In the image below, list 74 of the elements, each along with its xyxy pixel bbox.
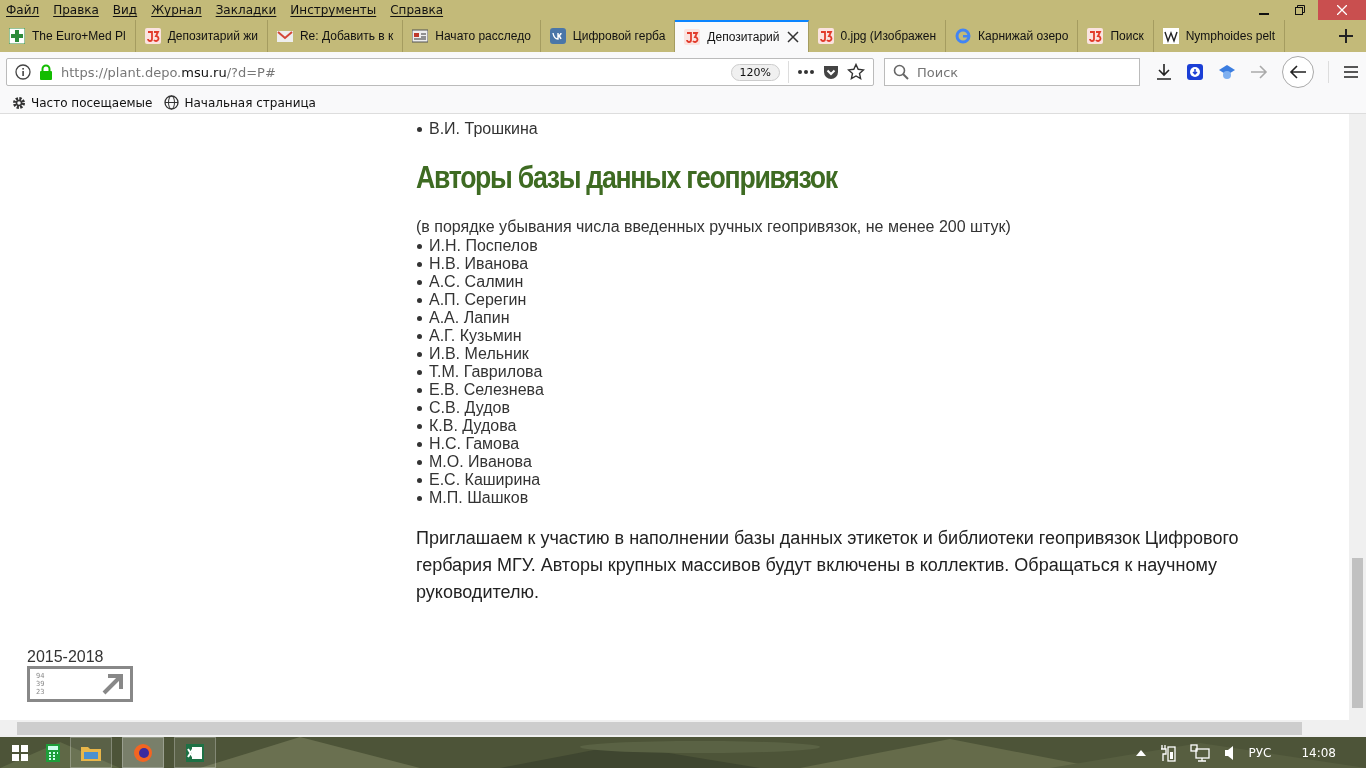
more-icon[interactable] <box>797 69 815 75</box>
arrow-icon <box>102 673 124 695</box>
author-item: С.В. Дудов <box>416 399 1349 417</box>
bookmark-link[interactable]: Часто посещаемые <box>12 95 153 110</box>
bookmark-star-icon[interactable] <box>847 63 865 81</box>
language-indicator[interactable]: РУС <box>1248 745 1272 760</box>
menu-item[interactable]: Файл <box>6 3 40 17</box>
list-note: (в порядке убывания числа введенных ручных геопривязок, не менее 200 штук) <box>416 217 1012 237</box>
excel-icon[interactable] <box>174 737 216 768</box>
author-item: Н.В. Иванова <box>416 255 1349 273</box>
author-item: А.А. Лапин <box>416 309 1349 327</box>
horizontal-scrollbar[interactable] <box>0 720 1366 737</box>
favicon-icon <box>144 28 161 44</box>
favicon-icon <box>276 28 293 44</box>
author-item: Т.М. Гаврилова <box>416 363 1349 381</box>
vertical-scrollbar[interactable] <box>1349 114 1366 720</box>
author-item: А.Г. Кузьмин <box>416 327 1349 345</box>
author-item: В.И. Трошкина <box>416 120 1349 138</box>
menu-item[interactable]: Инструменты <box>290 3 377 17</box>
favicon-icon <box>684 29 701 45</box>
info-icon[interactable] <box>15 64 31 80</box>
copyright-years: 2015-2018 <box>27 648 105 666</box>
menu-item[interactable]: Закладки <box>215 3 277 17</box>
author-item: А.С. Салмин <box>416 273 1349 291</box>
lock-icon <box>39 64 53 80</box>
firefox-icon[interactable] <box>122 737 164 768</box>
pocket-icon[interactable] <box>823 64 839 80</box>
author-item: Е.В. Селезнева <box>416 381 1349 399</box>
author-item: М.О. Иванова <box>416 453 1349 471</box>
menu-item[interactable]: Справка <box>390 3 444 17</box>
author-item: И.В. Мельник <box>416 345 1349 363</box>
favicon-icon <box>9 28 25 44</box>
author-item: К.В. Дудова <box>416 417 1349 435</box>
menu-item[interactable]: Правка <box>53 3 99 17</box>
menu-icon[interactable] <box>1343 65 1359 79</box>
battery-icon[interactable] <box>1160 743 1177 762</box>
close-tab-icon[interactable] <box>786 31 799 43</box>
favicon-icon <box>1087 28 1104 44</box>
new-tab-icon[interactable] <box>1338 28 1354 44</box>
clock-text[interactable]: 14:08 <box>1301 745 1336 760</box>
search-field[interactable]: Поиск <box>884 58 1140 86</box>
author-item: А.П. Серегин <box>416 291 1349 309</box>
menu-item[interactable]: Журнал <box>151 3 202 17</box>
address-bar[interactable]: https://plant.depo.msu.ru/?d=P# 120% <box>6 58 874 86</box>
bookmark-link[interactable]: Начальная страница <box>164 95 316 110</box>
network-icon[interactable] <box>1190 743 1211 762</box>
download-manager-icon[interactable] <box>1186 63 1204 81</box>
invitation-paragraph: Приглашаем к участию в наполнении базы данных этикеток и библиотеки геопривязок Цифрового гербария МГУ. Авторы крупных массивов будут включены в коллектив. Обращаться к научному руководителю. <box>416 527 1240 604</box>
author-item: Е.С. Каширина <box>416 471 1349 489</box>
url-text: https://plant.depo.msu.ru/?d=P# <box>61 64 277 80</box>
tray-arrow-icon[interactable] <box>1136 749 1147 756</box>
speaker-icon[interactable] <box>1224 744 1235 761</box>
favicon-icon <box>412 28 429 44</box>
back-arrow-icon <box>1289 64 1307 80</box>
windows-start-icon[interactable] <box>12 744 28 761</box>
section-heading: Авторы базы данных геопривязок <box>416 160 837 196</box>
favicon-icon <box>955 28 972 44</box>
back-button[interactable] <box>1282 56 1314 88</box>
menu-item[interactable]: Вид <box>112 3 138 17</box>
author-item: И.Н. Поспелов <box>416 237 1349 255</box>
author-item: М.П. Шашков <box>416 489 1349 507</box>
search-icon <box>893 64 909 80</box>
favicon-icon <box>1162 28 1179 44</box>
favicon-icon <box>817 28 834 44</box>
author-item: Н.С. Гамова <box>416 435 1349 453</box>
browser-tab[interactable]: Депозитарий <box>675 20 809 52</box>
close-icon[interactable] <box>1318 0 1366 20</box>
file-explorer-icon[interactable] <box>70 737 112 768</box>
globe-icon <box>164 95 180 110</box>
download-icon[interactable] <box>1156 63 1172 81</box>
zoom-level-badge[interactable]: 120% <box>730 63 780 81</box>
gear-icon <box>12 95 26 110</box>
graduation-cap-icon[interactable] <box>1218 63 1236 81</box>
favicon-icon <box>549 28 566 44</box>
